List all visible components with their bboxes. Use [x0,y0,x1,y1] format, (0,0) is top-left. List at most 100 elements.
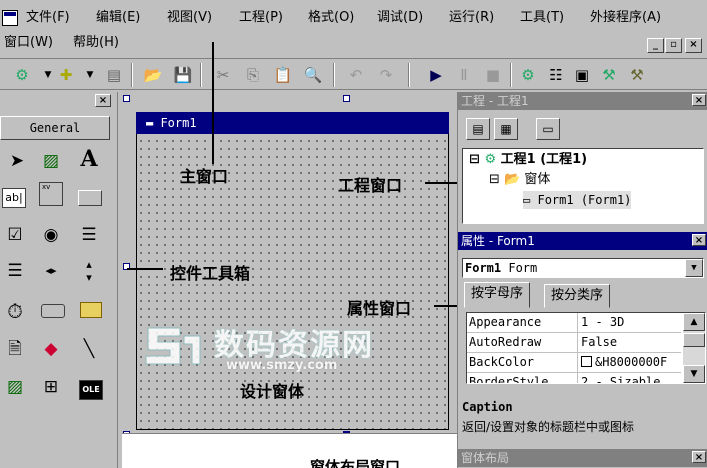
run-icon[interactable]: ▶ [426,65,446,85]
save-icon[interactable]: 💾 [173,65,193,85]
dropdown-arrow-icon[interactable]: ▼ [80,65,100,85]
property-row[interactable]: AutoRedraw False [467,333,681,353]
form-title-bar[interactable]: ▬ Form1 [136,112,449,134]
mdi-close-button[interactable]: × [685,38,702,53]
form-layout-icon[interactable]: ▣ [572,65,592,85]
property-row[interactable]: Appearance 1 - 3D [467,313,681,333]
scroll-up-icon[interactable]: ▲ [683,313,705,331]
toolbox-icon[interactable]: ⚒ [627,65,647,85]
checkbox-tool-icon[interactable]: ☑ [2,222,28,248]
property-value[interactable]: &H8000000F [577,353,681,372]
properties-panel-close-button[interactable]: × [692,234,706,246]
menu-addins[interactable]: 外接程序(A) [590,9,661,27]
properties-panel-title-bar[interactable]: 属性 - Form1 × [458,232,707,250]
vb-system-icon[interactable] [2,10,18,26]
tab-alphabetic[interactable]: 按字母序 [464,282,531,308]
frame-tool-icon[interactable]: xv [39,182,63,206]
menu-tools[interactable]: 工具(T) [520,9,564,27]
menu-edit[interactable]: 编辑(E) [96,9,140,27]
menu-run[interactable]: 运行(R) [449,9,494,27]
menu-debug[interactable]: 调试(D) [377,9,423,27]
stop-icon[interactable]: ■ [483,65,503,85]
project-explorer-panel: 工程 - 工程1 × ▤ ▦ ▭ ⊟ ⚙ 工程1 (工程1) ⊟ 📂 窗体 ▭ … [457,92,707,232]
design-form-annotation: 设计窗体 [240,382,305,401]
listbox-tool-icon[interactable]: ☰ [2,258,28,284]
open-icon[interactable]: 📂 [143,65,163,85]
resize-handle[interactable] [343,95,350,102]
object-browser-icon[interactable]: ⚒ [599,65,619,85]
project-tree: ⊟ ⚙ 工程1 (工程1) ⊟ 📂 窗体 ▭ Form1 (Form1) [462,148,704,224]
collapse-icon[interactable]: ⊟ [469,152,480,167]
property-row[interactable]: BorderStyle 2 - Sizable [467,373,681,383]
menu-format[interactable]: 格式(O) [308,9,354,27]
main-window-annotation: 主窗口 [180,167,229,186]
combobox-tool-icon[interactable]: ☰ [76,222,102,248]
data-tool-icon[interactable]: ⊞ [38,374,64,400]
optionbutton-tool-icon[interactable]: ◉ [38,222,64,248]
tab-categorized[interactable]: 按分类序 [544,284,611,308]
project-panel-close-button[interactable]: × [692,94,706,106]
hscrollbar-tool-icon[interactable]: ◂▸ [38,258,64,284]
property-value[interactable]: False [577,333,681,352]
commandbutton-tool-icon[interactable] [78,190,102,206]
menu-project[interactable]: 工程(P) [239,9,283,27]
mdi-minimize-button[interactable]: _ [647,38,664,53]
mdi-restore-button[interactable]: ▫ [665,38,682,53]
object-select[interactable]: Form1 Form ▼ [462,258,704,278]
properties-window-annotation: 属性窗口 [347,299,412,318]
menu-window[interactable]: 窗口(W) [4,34,53,52]
drivelistbox-tool-icon[interactable] [41,304,65,318]
add-project-icon[interactable]: ⚙ [12,65,32,85]
redo-icon[interactable]: ↷ [376,65,396,85]
tree-leaf[interactable]: ▭ Form1 (Form1) [523,191,632,209]
property-name: BackColor [469,355,535,369]
property-value[interactable]: 1 - 3D [577,313,681,332]
paste-icon[interactable]: 📋 [273,65,293,85]
properties-icon[interactable]: ☷ [546,65,566,85]
dropdown-arrow-icon[interactable]: ▼ [38,65,58,85]
scroll-down-icon[interactable]: ▼ [683,365,705,383]
textbox-tool-icon[interactable]: ab| [2,188,26,208]
toolbox-close-button[interactable]: × [95,94,111,107]
form-layout-close-button[interactable]: × [692,451,706,463]
chevron-down-icon[interactable]: ▼ [685,259,703,277]
menu-file[interactable]: 文件(F) [26,9,70,27]
toggle-folders-icon[interactable]: ▭ [536,118,560,140]
timer-tool-icon[interactable]: ⏱ [2,298,28,324]
picturebox-tool-icon[interactable]: ▨ [38,148,64,174]
tree-folder[interactable]: ⊟ 📂 窗体 [489,171,550,189]
label-tool-icon[interactable]: A [76,146,102,172]
view-object-icon[interactable]: ▦ [494,118,518,140]
menu-editor-icon[interactable]: ▤ [104,65,124,85]
project-explorer-icon[interactable]: ⚙ [518,65,538,85]
menu-help[interactable]: 帮助(H) [73,34,119,52]
property-value[interactable]: 2 - Sizable [577,373,681,383]
description-text: 返回/设置对象的标题栏中或图标 [462,420,635,434]
dirlistbox-tool-icon[interactable] [80,302,102,318]
ole-tool-icon[interactable]: OLE [79,380,103,400]
undo-icon[interactable]: ↶ [346,65,366,85]
vscrollbar-tool-icon[interactable]: ▴ ▾ [76,258,102,284]
tree-root[interactable]: ⊟ ⚙ 工程1 (工程1) [469,151,587,169]
main-window-pointer-line [212,42,214,164]
collapse-icon[interactable]: ⊟ [489,172,500,187]
shape-tool-icon[interactable]: ◆ [38,336,64,362]
copy-icon[interactable]: ⎘ [243,65,263,85]
find-icon[interactable]: 🔍 [303,65,323,85]
image-tool-icon[interactable]: ▨ [2,374,28,400]
scroll-thumb[interactable] [683,333,705,347]
filelistbox-tool-icon[interactable]: 🗎 [2,336,28,362]
form-layout-title-bar[interactable]: 窗体布局 × [458,449,707,467]
pointer-tool-icon[interactable]: ➤ [4,148,30,174]
toolbox-general-tab[interactable]: General [0,116,110,140]
menu-view[interactable]: 视图(V) [167,9,212,27]
line-tool-icon[interactable]: ╲ [76,336,102,362]
project-panel-title-bar[interactable]: 工程 - 工程1 × [458,92,707,110]
add-form-icon[interactable]: ✚ [56,65,76,85]
cut-icon[interactable]: ✂ [213,65,233,85]
property-scrollbar[interactable]: ▲ ▼ [683,313,705,383]
view-code-icon[interactable]: ▤ [466,118,490,140]
pause-icon[interactable]: Ⅱ [454,65,474,85]
resize-handle[interactable] [123,95,130,102]
property-row[interactable]: BackColor &H8000000F [467,353,681,373]
